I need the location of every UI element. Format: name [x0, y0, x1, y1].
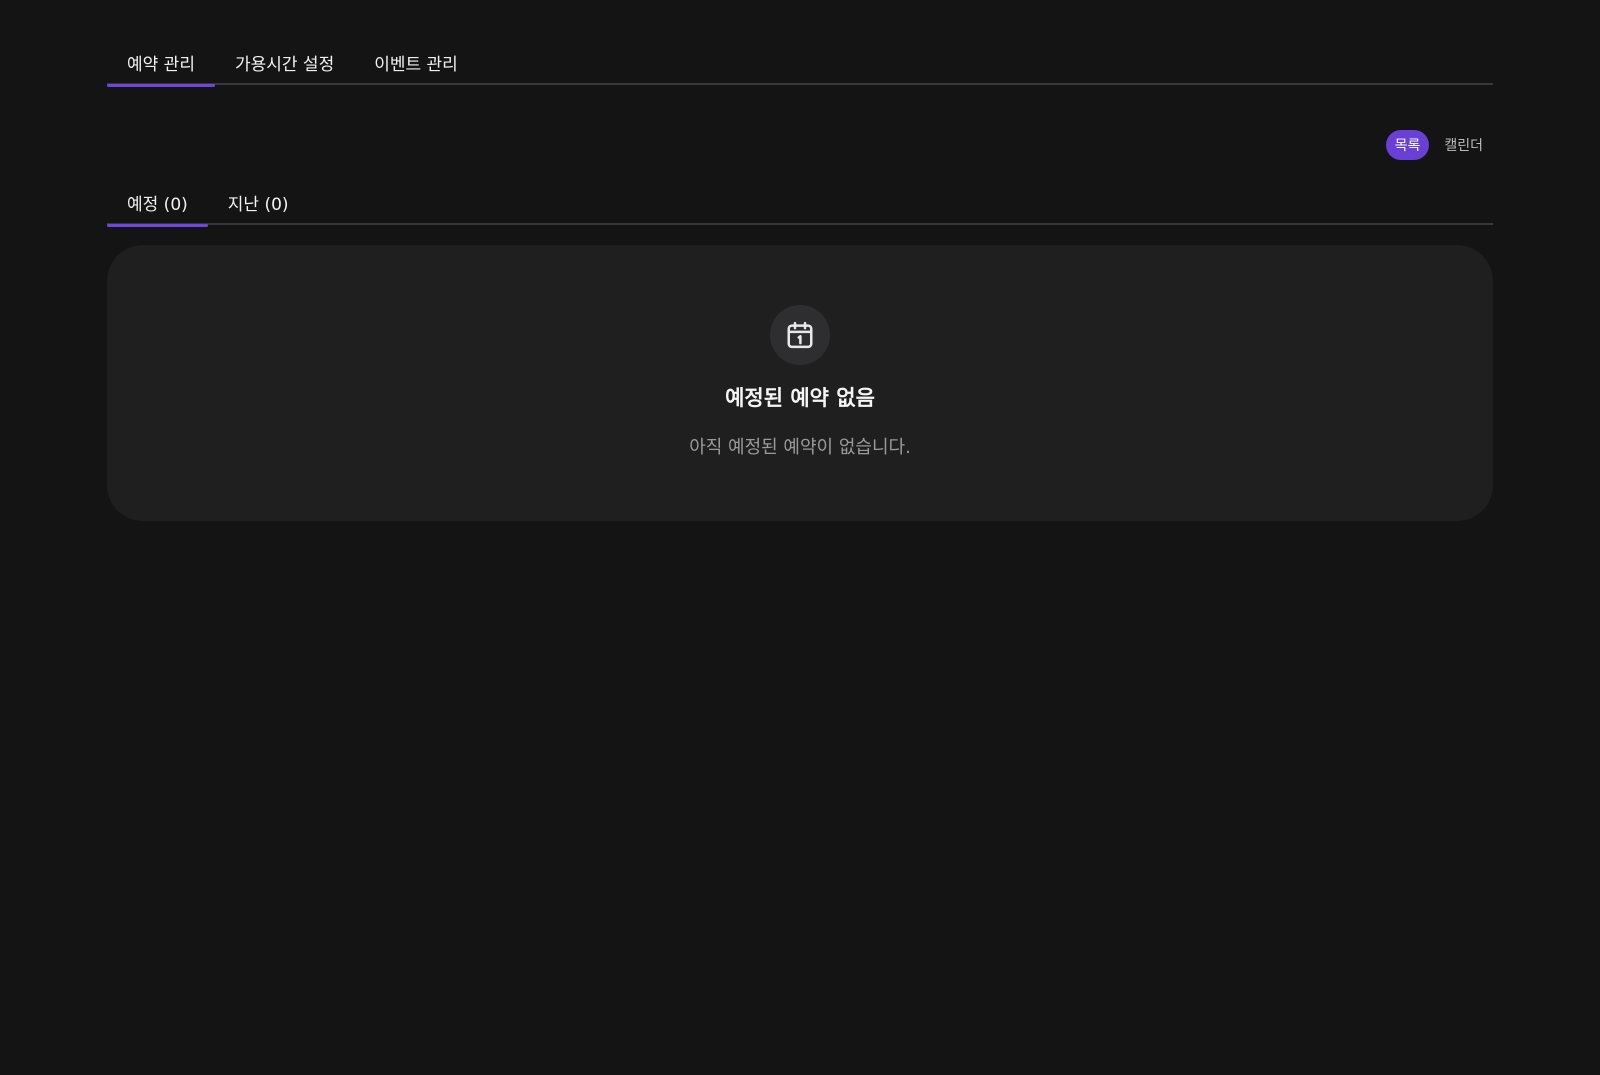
tab-availability-settings[interactable]: 가용시간 설정 [215, 40, 354, 85]
tab-label: 가용시간 설정 [234, 55, 335, 75]
tab-upcoming[interactable]: 예정 (0) [107, 180, 208, 227]
tab-label: 지난 (0) [227, 195, 289, 215]
empty-state-description: 아직 예정된 예약이 없습니다. [689, 437, 911, 458]
view-toggle: 목록 캘린더 [1385, 130, 1492, 160]
tab-label: 예약 관리 [127, 55, 195, 75]
booking-page: 예약 관리 가용시간 설정 이벤트 관리 목록 캘린더 예정 (0) 지난 (0… [0, 0, 1600, 1075]
list-view-button[interactable]: 목록 [1385, 130, 1430, 160]
tab-event-management[interactable]: 이벤트 관리 [354, 40, 478, 85]
calendar-view-button[interactable]: 캘린더 [1435, 130, 1492, 160]
calendar-icon [770, 305, 830, 365]
empty-state-title: 예정된 예약 없음 [725, 386, 875, 410]
booking-filter-tabs: 예정 (0) 지난 (0) [107, 180, 1493, 227]
tab-booking-management[interactable]: 예약 관리 [107, 40, 215, 87]
tab-past[interactable]: 지난 (0) [208, 180, 309, 225]
main-tabs: 예약 관리 가용시간 설정 이벤트 관리 [107, 40, 1493, 87]
tab-label: 예정 (0) [127, 195, 188, 215]
empty-state-card: 예정된 예약 없음 아직 예정된 예약이 없습니다. [107, 245, 1493, 521]
tab-label: 이벤트 관리 [374, 55, 458, 75]
